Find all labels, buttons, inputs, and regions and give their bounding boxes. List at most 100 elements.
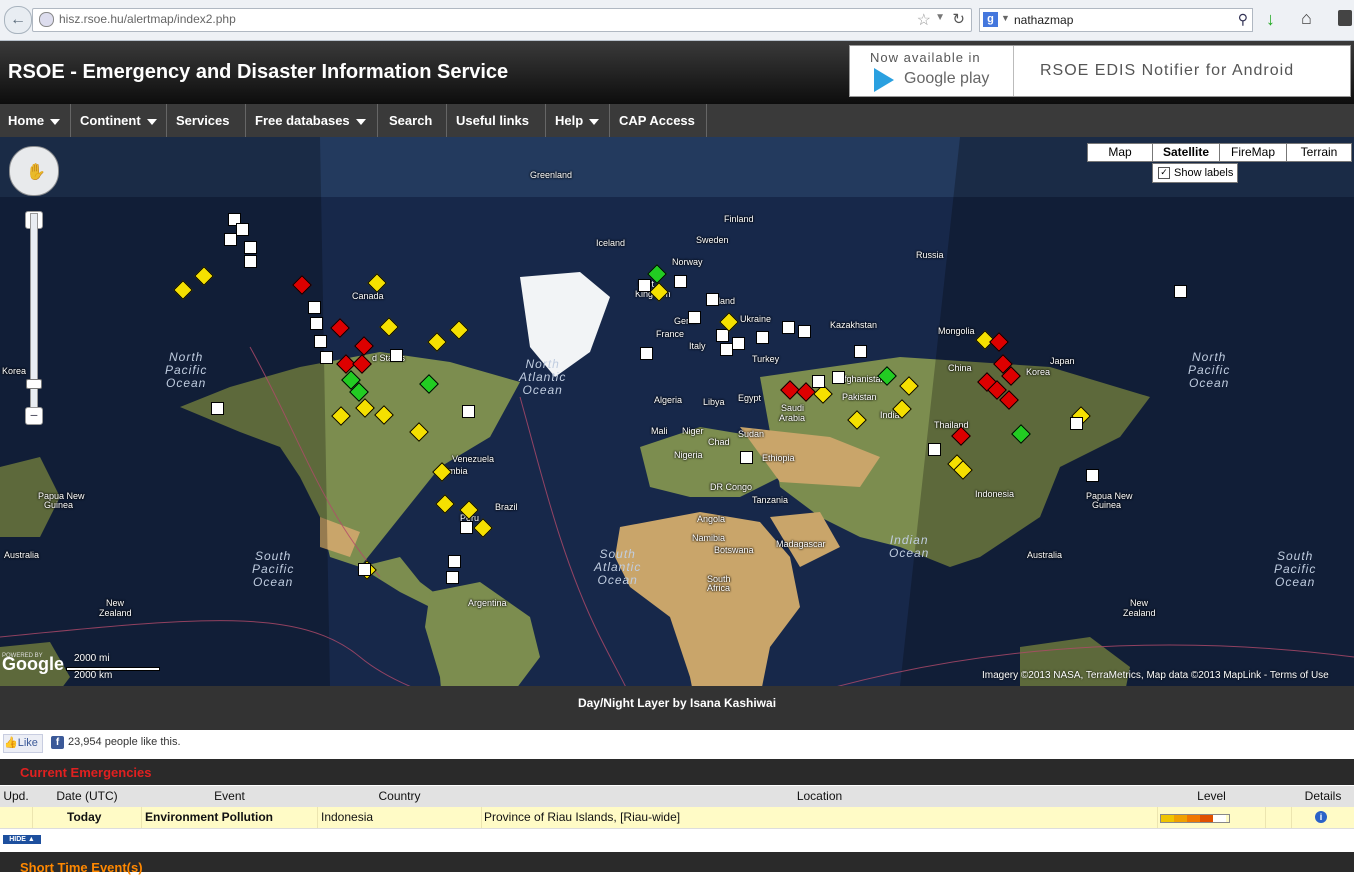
ocean-line: Pacific [1188,363,1231,377]
world-map[interactable]: Map Satellite FireMap Terrain ✓ Show lab… [0,137,1354,686]
event-marker[interactable] [448,555,461,568]
zoom-out-button[interactable]: − [25,407,43,425]
map-label: Korea [1026,367,1051,377]
map-label: Iceland [596,238,626,248]
map-label: Niger [682,426,704,436]
event-marker[interactable] [782,321,795,334]
nav-continent[interactable]: Continent [72,104,167,137]
ocean-label: Indian Ocean [889,534,929,560]
event-marker[interactable] [740,451,753,464]
event-marker[interactable] [854,345,867,358]
nav-help-label: Help [555,113,584,128]
event-marker[interactable] [224,233,237,246]
pan-control[interactable]: ✋ [9,146,59,196]
browser-toolbar: ← hisz.rsoe.hu/alertmap/index2.php ☆ ▼ ↻… [0,0,1354,41]
event-marker[interactable] [314,335,327,348]
search-icon[interactable]: ⚲ [1238,11,1248,28]
map-label: Zealand [1123,608,1156,618]
table-row[interactable]: Today Environment Pollution Indonesia Pr… [0,807,1354,829]
search-input[interactable]: nathazmap [1014,13,1073,27]
event-marker[interactable] [236,223,249,236]
event-marker[interactable] [706,293,719,306]
ocean-label: North Pacific Ocean [1188,351,1230,390]
hide-button[interactable]: HIDE ▲ [3,835,41,844]
ocean-line: South [599,547,636,561]
google-play-icon [874,68,894,92]
col-date: Date (UTC) [56,789,118,803]
event-marker[interactable] [244,241,257,254]
nav-cap-access[interactable]: CAP Access [611,104,707,137]
chevron-down-icon[interactable]: ▼ [1001,13,1010,23]
event-marker[interactable] [308,301,321,314]
ocean-line: North [169,350,204,364]
google-logo[interactable]: Google [2,654,64,675]
event-marker[interactable] [1070,417,1083,430]
nav-help[interactable]: Help [547,104,610,137]
hand-icon: ✋ [26,164,46,181]
map-label: Guinea [44,500,74,510]
event-marker[interactable] [320,351,333,364]
nav-home[interactable]: Home [0,104,71,137]
level-segment [1213,815,1226,822]
event-marker[interactable] [310,317,323,330]
address-bar[interactable]: hisz.rsoe.hu/alertmap/index2.php ☆ ▼ ↻ [32,8,972,32]
event-marker[interactable] [674,275,687,288]
like-button[interactable]: 👍Like [3,734,43,753]
show-labels-checkbox[interactable]: ✓ Show labels [1152,163,1238,183]
event-marker[interactable] [390,349,403,362]
reload-icon[interactable]: ↻ [952,10,965,28]
map-label: Kazakhstan [830,320,878,330]
event-marker[interactable] [812,375,825,388]
event-marker[interactable] [732,337,745,350]
event-marker[interactable] [244,255,257,268]
nav-continent-label: Continent [80,113,141,128]
daynight-credit-bar: Day/Night Layer by Isana Kashiwai [0,686,1354,730]
nav-useful-links[interactable]: Useful links [448,104,546,137]
map-type-map-button[interactable]: Map [1087,143,1153,162]
info-icon[interactable]: i [1315,811,1327,823]
event-marker[interactable] [720,343,733,356]
nav-free-databases[interactable]: Free databases [247,104,378,137]
map-type-satellite-button[interactable]: Satellite [1152,143,1220,162]
ocean-line: North [1192,350,1227,364]
map-label: Guinea [1092,500,1122,510]
map-type-firemap-button[interactable]: FireMap [1219,143,1287,162]
map-label: Ukraine [740,314,772,324]
level-indicator [1160,814,1230,823]
map-label: Korea [2,366,27,376]
extension-icon[interactable] [1338,10,1352,26]
map-label: Italy [689,341,706,351]
google-search-icon[interactable]: g [983,12,998,27]
map-type-terrain-button[interactable]: Terrain [1286,143,1352,162]
zoom-slider[interactable] [30,213,38,425]
event-marker[interactable] [640,347,653,360]
event-marker[interactable] [688,311,701,324]
event-marker[interactable] [462,405,475,418]
bookmark-star-icon[interactable]: ☆ [917,10,931,30]
nav-search[interactable]: Search [381,104,447,137]
event-marker[interactable] [446,571,459,584]
browser-search-box[interactable]: g ▼ nathazmap ⚲ [979,8,1253,32]
nav-services[interactable]: Services [168,104,246,137]
event-marker[interactable] [756,331,769,344]
event-marker[interactable] [798,325,811,338]
home-icon[interactable]: ⌂ [1301,8,1312,29]
download-icon[interactable]: ↓ [1266,9,1275,30]
event-marker[interactable] [460,521,473,534]
event-marker[interactable] [638,279,651,292]
event-marker[interactable] [211,402,224,415]
back-arrow-icon[interactable]: ← [4,6,32,34]
event-marker[interactable] [832,371,845,384]
cell-event: Environment Pollution [145,810,273,824]
event-marker[interactable] [1174,285,1187,298]
event-marker[interactable] [928,443,941,456]
zoom-slider-handle[interactable] [26,379,42,389]
map-label: Namibia [692,533,726,543]
imagery-attribution[interactable]: Imagery ©2013 NASA, TerraMetrics, Map da… [982,670,1329,681]
chevron-down-icon[interactable]: ▼ [935,12,945,23]
cell-divider [141,807,142,828]
event-marker[interactable] [358,563,371,576]
banner-notifier-text: RSOE EDIS Notifier for Android [1040,62,1295,79]
android-app-banner[interactable]: Now available in Google play RSOE EDIS N… [849,45,1351,97]
event-marker[interactable] [1086,469,1099,482]
